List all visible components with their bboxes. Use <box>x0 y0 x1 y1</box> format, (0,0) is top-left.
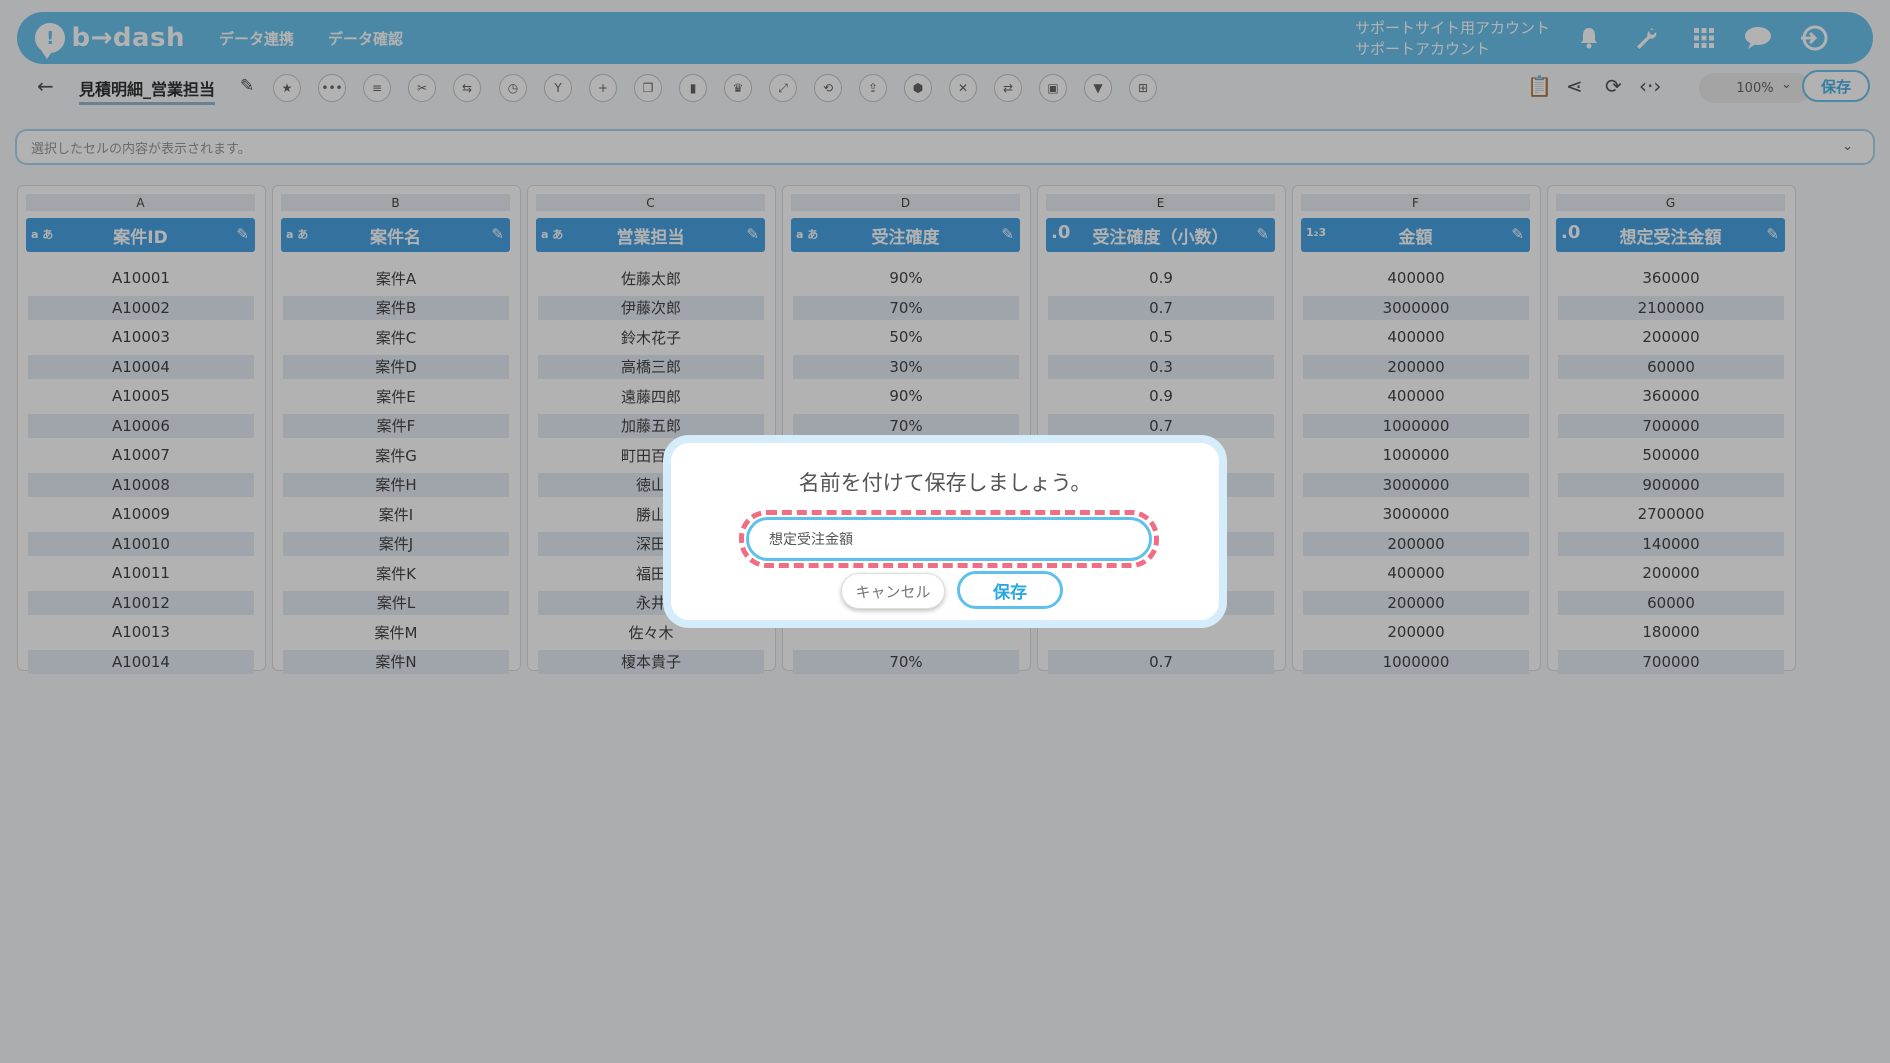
cancel-button[interactable]: キャンセル <box>841 573 945 609</box>
save-button[interactable]: 保存 <box>957 571 1063 609</box>
dialog-title: 名前を付けて保存しましょう。 <box>798 471 1092 495</box>
save-name-dialog: 名前を付けて保存しましょう。 キャンセル 保存 <box>663 435 1227 628</box>
name-input[interactable] <box>746 517 1152 561</box>
